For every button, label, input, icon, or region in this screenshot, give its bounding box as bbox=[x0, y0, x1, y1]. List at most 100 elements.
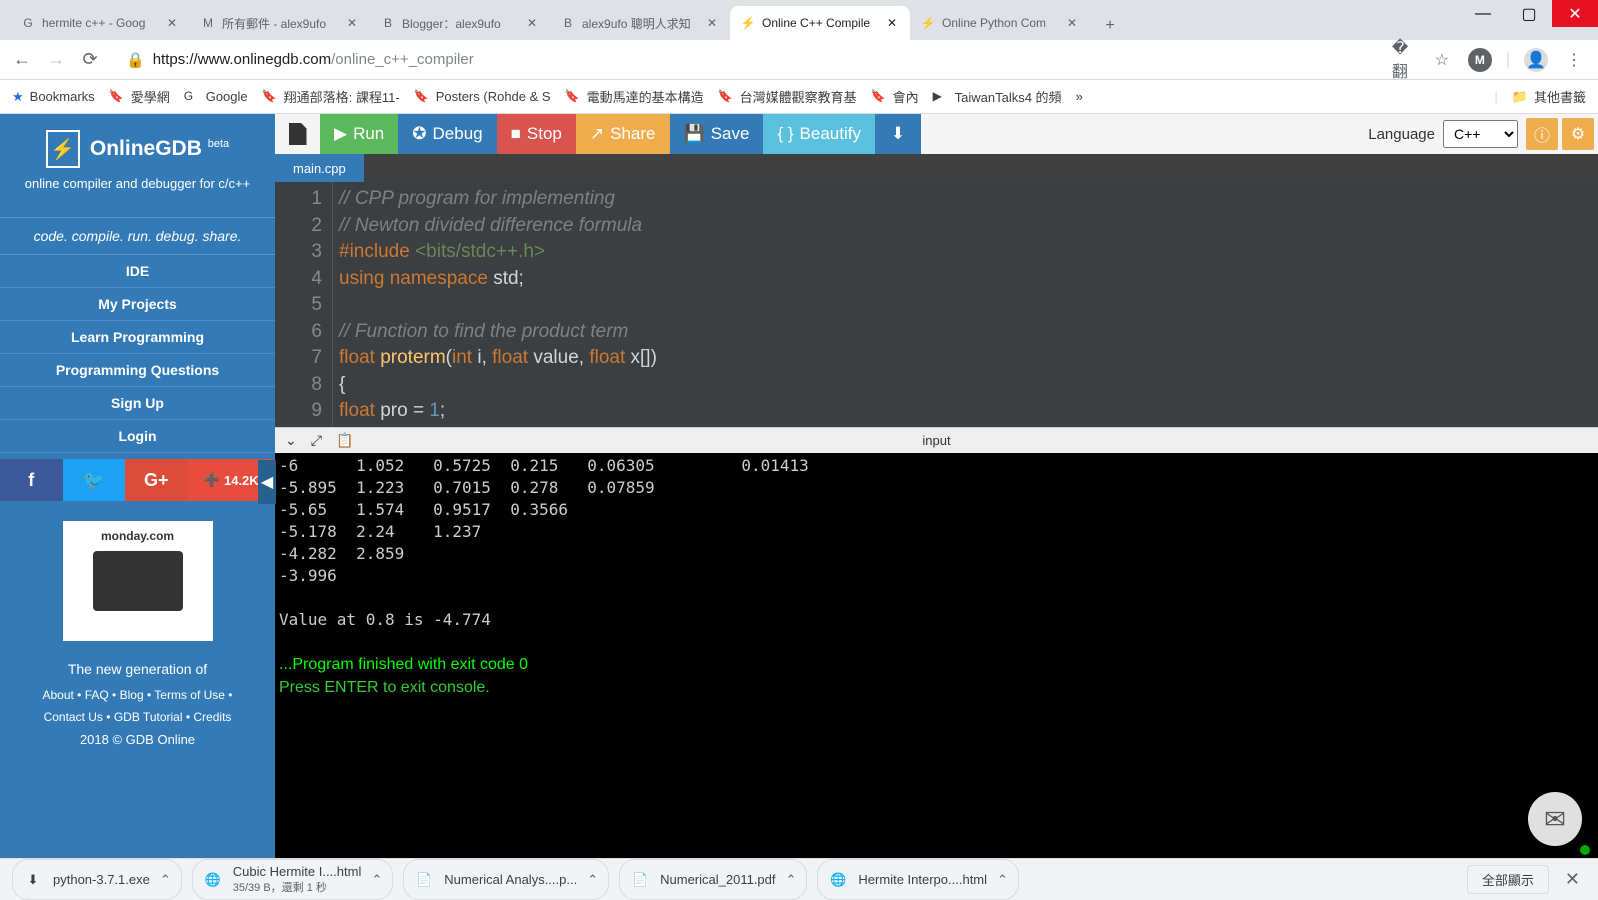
download-chevron-icon[interactable]: ⌃ bbox=[371, 872, 382, 888]
footer-link[interactable]: Blog bbox=[120, 688, 144, 702]
status-dot-icon bbox=[1580, 845, 1590, 855]
bookmark-item[interactable]: ▶TaiwanTalks4 的頻 bbox=[933, 87, 1062, 106]
file-tab-main[interactable]: main.cpp bbox=[275, 154, 364, 182]
footer-link[interactable]: Contact Us bbox=[44, 710, 103, 724]
bookmark-item[interactable]: 🔖電動馬達的基本構造 bbox=[565, 87, 704, 106]
beautify-button[interactable]: { } Beautify bbox=[763, 114, 875, 154]
close-window-button[interactable]: ✕ bbox=[1552, 0, 1598, 27]
tab-favicon-icon: B bbox=[560, 15, 576, 31]
bookmark-item[interactable]: 🔖翔通部落格: 課程11- bbox=[262, 87, 400, 106]
profile-avatar[interactable]: 👤 bbox=[1524, 48, 1548, 72]
sidebar-item-my-projects[interactable]: My Projects bbox=[0, 288, 275, 321]
chat-button[interactable]: ✉ bbox=[1528, 792, 1582, 846]
ad-banner[interactable]: monday.com bbox=[63, 521, 213, 641]
info-button[interactable]: ⓘ bbox=[1526, 118, 1558, 150]
download-file-icon: 📄 bbox=[414, 870, 434, 890]
bookmark-star-icon[interactable]: ☆ bbox=[1430, 48, 1454, 72]
bookmark-item[interactable]: 🔖愛學網 bbox=[109, 87, 170, 106]
code-editor[interactable]: 123456789 // CPP program for implementin… bbox=[275, 182, 1598, 427]
share-button[interactable]: ↗ Share bbox=[576, 114, 670, 154]
browser-tab[interactable]: ⚡Online C++ Compile✕ bbox=[730, 6, 910, 40]
logo[interactable]: ⚡ OnlineGDB beta bbox=[46, 130, 229, 168]
bookmarks-overflow[interactable]: » bbox=[1076, 89, 1083, 104]
download-chevron-icon[interactable]: ⌃ bbox=[160, 872, 171, 888]
language-select[interactable]: C++ bbox=[1443, 120, 1518, 148]
settings-button[interactable]: ⚙ bbox=[1562, 118, 1594, 150]
browser-tab[interactable]: Ghermite c++ - Goog✕ bbox=[10, 6, 190, 40]
download-chevron-icon[interactable]: ⌃ bbox=[786, 872, 797, 888]
sidebar-item-programming-questions[interactable]: Programming Questions bbox=[0, 354, 275, 387]
footer-link[interactable]: Terms of Use bbox=[154, 688, 225, 702]
tab-close-icon[interactable]: ✕ bbox=[704, 15, 720, 31]
bookmarks-label[interactable]: ★Bookmarks bbox=[12, 89, 95, 105]
bookmark-item[interactable]: 🔖台灣媒體觀察教育基 bbox=[718, 87, 857, 106]
maximize-button[interactable]: ▢ bbox=[1506, 0, 1552, 27]
tab-close-icon[interactable]: ✕ bbox=[884, 15, 900, 31]
minimize-button[interactable]: — bbox=[1460, 0, 1506, 27]
sidebar-item-login[interactable]: Login bbox=[0, 420, 275, 453]
other-bookmarks[interactable]: 📁其他書籤 bbox=[1512, 87, 1586, 106]
download-button[interactable]: ⬇ bbox=[875, 114, 921, 154]
back-button[interactable]: ← bbox=[12, 49, 32, 70]
bookmark-item[interactable]: GGoogle bbox=[184, 87, 248, 106]
browser-tab[interactable]: ⚡Online Python Com✕ bbox=[910, 6, 1090, 40]
tab-close-icon[interactable]: ✕ bbox=[524, 15, 540, 31]
bookmark-icon: 🔖 bbox=[109, 89, 125, 105]
download-chevron-icon[interactable]: ⌃ bbox=[997, 872, 1008, 888]
file-tabs: main.cpp bbox=[275, 154, 1598, 182]
copy-console-icon[interactable]: 📋 bbox=[336, 432, 353, 449]
tab-close-icon[interactable]: ✕ bbox=[1064, 15, 1080, 31]
tab-favicon-icon: B bbox=[380, 15, 396, 31]
forward-button[interactable]: → bbox=[46, 49, 66, 70]
sidebar-item-ide[interactable]: IDE bbox=[0, 255, 275, 288]
tab-favicon-icon: ⚡ bbox=[920, 15, 936, 31]
tab-title: Blogger：alex9ufo bbox=[402, 15, 518, 32]
show-all-downloads-button[interactable]: 全部顯示 bbox=[1467, 865, 1549, 894]
bookmark-icon: G bbox=[184, 89, 200, 105]
browser-tab-strip: Ghermite c++ - Goog✕M所有郵件 - alex9ufo✕ B Bl… bbox=[0, 0, 1598, 40]
extension-icon[interactable]: M bbox=[1468, 48, 1492, 72]
bookmark-icon: 🔖 bbox=[718, 89, 734, 105]
translate-icon[interactable]: �翻 bbox=[1392, 48, 1416, 72]
twitter-button[interactable]: 🐦 bbox=[63, 459, 126, 501]
url-input[interactable]: 🔒 https://www.onlinegdb.com/online_c++_c… bbox=[114, 45, 1378, 75]
sidebar-item-sign-up[interactable]: Sign Up bbox=[0, 387, 275, 420]
tab-favicon-icon: M bbox=[200, 15, 216, 31]
tab-favicon-icon: G bbox=[20, 15, 36, 31]
debug-button[interactable]: ✪ Debug bbox=[398, 114, 496, 154]
browser-tab[interactable]: B Blogger：alex9ufo ✕ bbox=[370, 6, 550, 40]
stop-button[interactable]: ■ Stop bbox=[497, 114, 576, 154]
facebook-button[interactable]: f bbox=[0, 459, 63, 501]
download-item[interactable]: 📄Numerical Analys....p...⌃ bbox=[403, 859, 609, 900]
reload-button[interactable]: ⟳ bbox=[80, 49, 100, 70]
save-button[interactable]: 💾 Save bbox=[670, 114, 764, 154]
download-item[interactable]: 🌐Cubic Hermite I....html35/39 B，還剩 1 秒⌃ bbox=[192, 859, 394, 900]
new-tab-button[interactable]: + bbox=[1096, 12, 1124, 40]
browser-tab[interactable]: Balex9ufo 聰明人求知✕ bbox=[550, 6, 730, 40]
bookmark-item[interactable]: 🔖Posters (Rohde & S bbox=[414, 87, 551, 106]
close-downloads-bar-button[interactable]: ✕ bbox=[1559, 869, 1586, 890]
tab-close-icon[interactable]: ✕ bbox=[164, 15, 180, 31]
console-output[interactable]: -6 1.052 0.5725 0.215 0.06305 0.01413 -5… bbox=[275, 453, 1598, 858]
expand-console-icon[interactable]: ⤢ bbox=[311, 432, 322, 449]
new-file-button[interactable] bbox=[275, 114, 320, 154]
sidebar-item-learn-programming[interactable]: Learn Programming bbox=[0, 321, 275, 354]
copyright: 2018 © GDB Online bbox=[0, 732, 275, 747]
collapse-sidebar-button[interactable]: ◀ bbox=[258, 460, 276, 504]
google-plus-button[interactable]: G+ bbox=[125, 459, 188, 501]
bookmark-item[interactable]: 🔖會內 bbox=[871, 87, 919, 106]
collapse-console-icon[interactable]: ⌄ bbox=[285, 432, 297, 449]
footer-link[interactable]: About bbox=[42, 688, 73, 702]
footer-link[interactable]: GDB Tutorial bbox=[114, 710, 183, 724]
download-item[interactable]: 🌐Hermite Interpo....html⌃ bbox=[817, 859, 1019, 900]
download-chevron-icon[interactable]: ⌃ bbox=[587, 872, 598, 888]
browser-tab[interactable]: M所有郵件 - alex9ufo✕ bbox=[190, 6, 370, 40]
footer-link[interactable]: Credits bbox=[193, 710, 231, 724]
download-item[interactable]: ⬇python-3.7.1.exe⌃ bbox=[12, 859, 182, 900]
menu-icon[interactable]: ⋮ bbox=[1562, 48, 1586, 72]
address-bar: ← → ⟳ 🔒 https://www.onlinegdb.com/online… bbox=[0, 40, 1598, 80]
footer-link[interactable]: FAQ bbox=[85, 688, 109, 702]
download-item[interactable]: 📄Numerical_2011.pdf⌃ bbox=[619, 859, 807, 900]
tab-close-icon[interactable]: ✕ bbox=[344, 15, 360, 31]
run-button[interactable]: ▶ Run bbox=[320, 114, 398, 154]
